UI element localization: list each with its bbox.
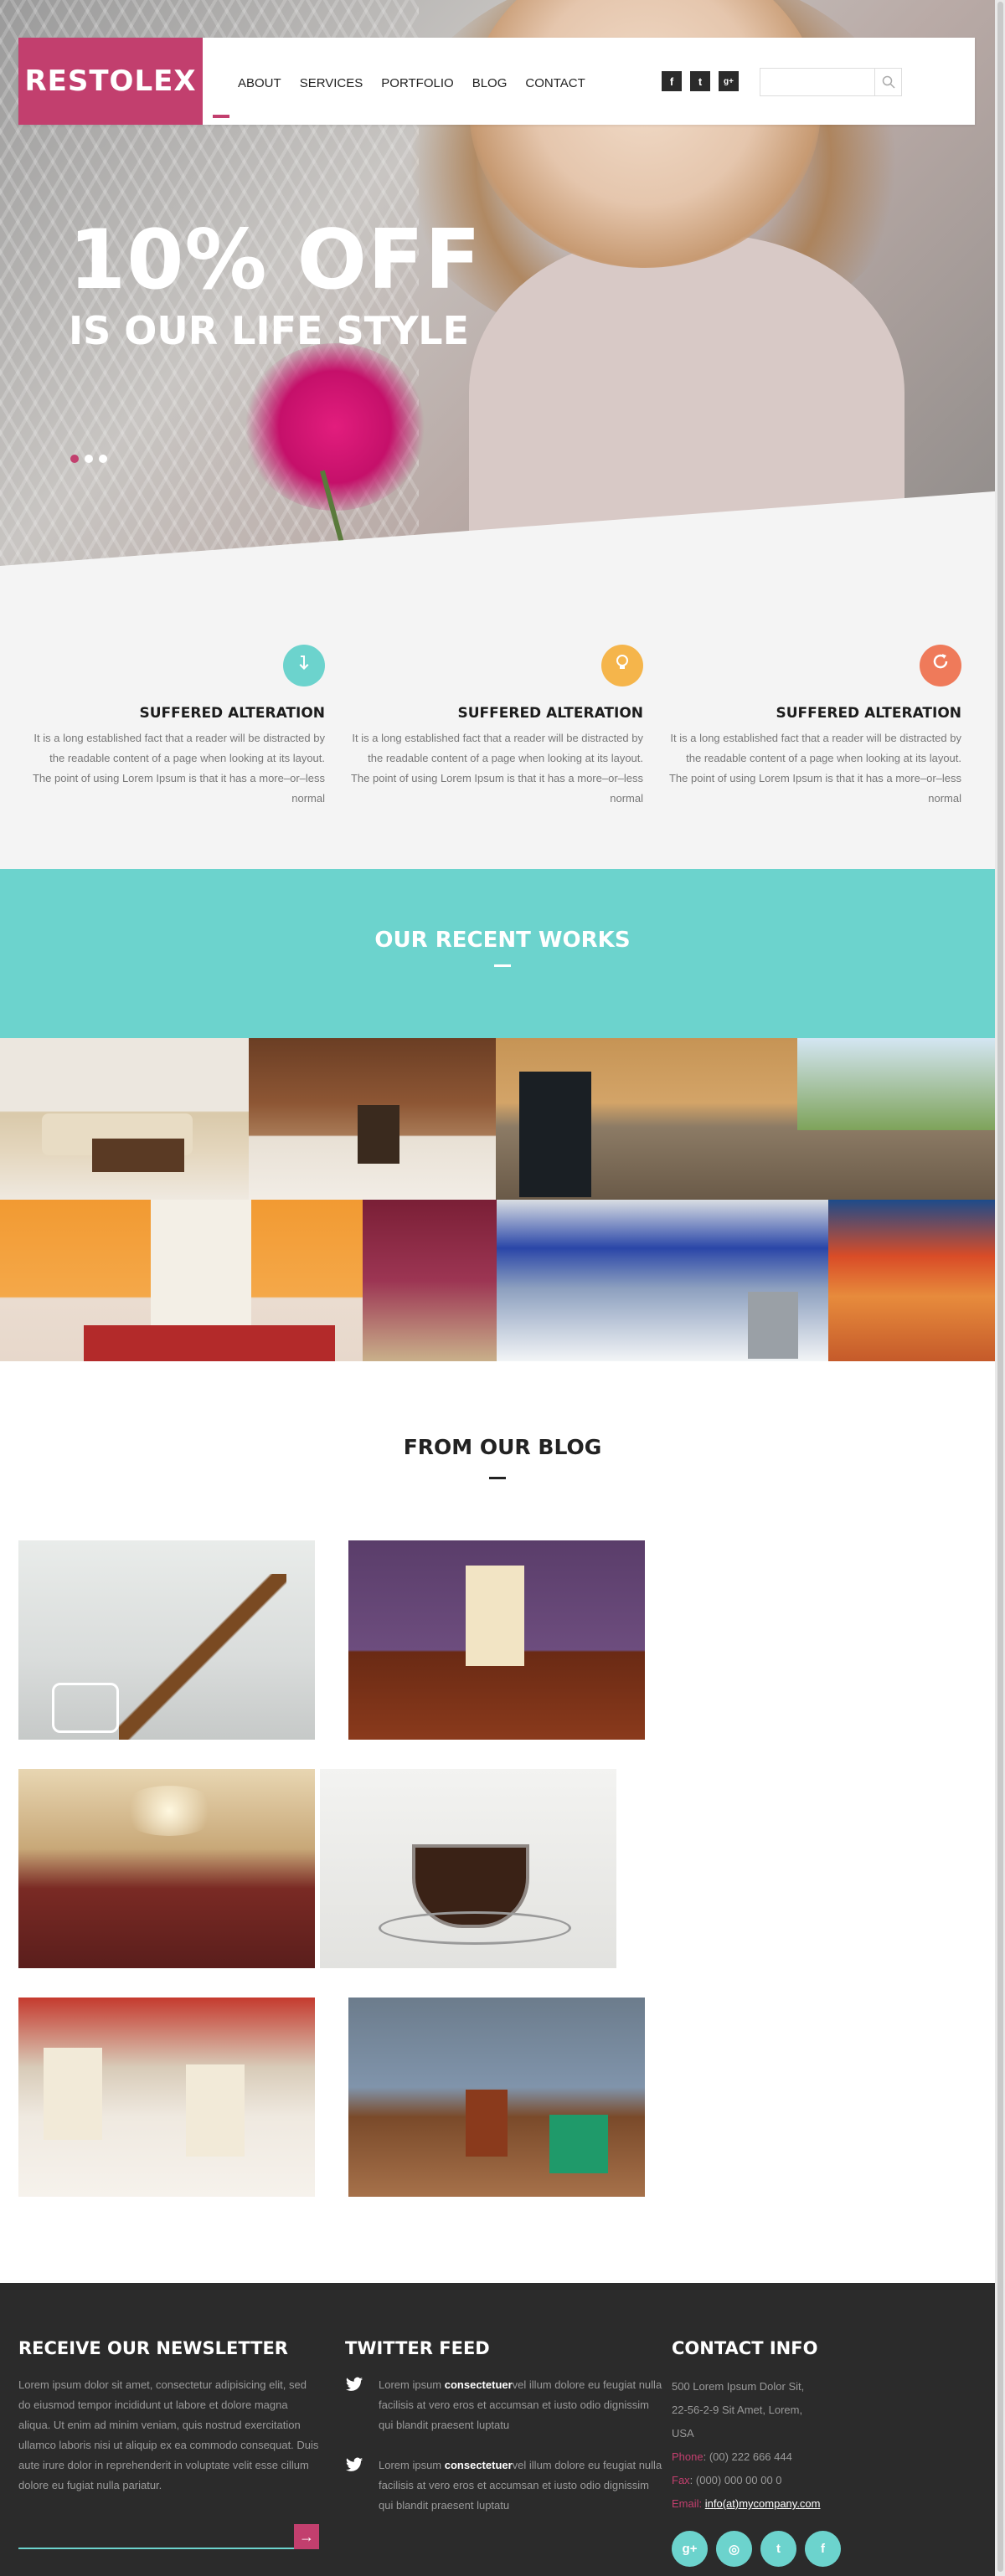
search-box — [760, 68, 902, 96]
tweet-text: Lorem ipsum consectetuervel illum dolore… — [379, 2378, 662, 2431]
search-icon[interactable] — [874, 69, 901, 95]
hero-headline: 10% OFF — [69, 213, 482, 308]
newsletter-title: RECEIVE OUR NEWSLETTER — [18, 2338, 288, 2358]
search-input[interactable] — [760, 69, 874, 95]
work-item-kitchen-wood[interactable] — [249, 1038, 496, 1200]
tweet-text: Lorem ipsum consectetuervel illum dolore… — [379, 2459, 662, 2512]
contact-address-line: 22-56-2-9 Sit Amet, Lorem, — [672, 2404, 803, 2416]
feature-title: SUFFERED ALTERATION — [139, 705, 325, 722]
site-footer: RECEIVE OUR NEWSLETTER Lorem ipsum dolor… — [0, 2283, 1005, 2576]
contact-column: CONTACT INFO 500 Lorem Ipsum Dolor Sit, … — [672, 2338, 973, 2516]
contact-address-line: 500 Lorem Ipsum Dolor Sit, — [672, 2380, 805, 2393]
feature-item: SUFFERED ALTERATION It is a long establi… — [32, 645, 325, 809]
work-item-orange-room[interactable] — [0, 1200, 363, 1361]
google-plus-icon[interactable]: g+ — [719, 71, 739, 91]
blog-post-bedroom[interactable] — [348, 1998, 645, 2197]
contact-fax: Fax: (000) 000 00 00 0 — [672, 2474, 782, 2486]
dribbble-icon[interactable]: ◎ — [716, 2531, 752, 2567]
facebook-icon[interactable]: f — [662, 71, 682, 91]
blog-post-cafe-table[interactable] — [18, 1998, 315, 2197]
work-item-living-room[interactable] — [0, 1038, 249, 1200]
contact-email: Email: info(at)mycompany.com — [672, 2497, 821, 2510]
feature-title: SUFFERED ALTERATION — [457, 705, 643, 722]
contact-address-line: USA — [672, 2427, 694, 2440]
google-plus-icon[interactable]: g+ — [672, 2531, 708, 2567]
site-header: RESTOLEX ABOUT SERVICES PORTFOLIO BLOG C… — [18, 38, 975, 125]
nav-contact[interactable]: CONTACT — [525, 76, 585, 90]
blog-post-staircase[interactable] — [18, 1540, 315, 1740]
footer-social: g+ ◎ t f — [672, 2531, 841, 2567]
newsletter-submit-arrow-icon[interactable]: → — [294, 2524, 319, 2549]
feature-text: It is a long established fact that a rea… — [32, 732, 325, 805]
feature-title: SUFFERED ALTERATION — [776, 705, 961, 722]
twitter-column: TWITTER FEED Lorem ipsum consectetuervel… — [345, 2338, 663, 2536]
newsletter-column: RECEIVE OUR NEWSLETTER Lorem ipsum dolor… — [18, 2338, 320, 2496]
newsletter-email-input[interactable] — [18, 2548, 295, 2549]
nav-portfolio[interactable]: PORTFOLIO — [381, 76, 453, 90]
twitter-bird-icon — [345, 2377, 363, 2391]
nav-active-indicator — [213, 115, 229, 118]
tweet-highlight[interactable]: consectetuer — [445, 2459, 513, 2471]
blog-title: FROM OUR BLOG — [403, 1435, 602, 1459]
hero-caption: 10% OFF IS OUR LIFE STYLE — [69, 219, 482, 354]
tweet-item: Lorem ipsum consectetuervel illum dolore… — [345, 2375, 663, 2435]
work-item-blue-office[interactable] — [497, 1200, 828, 1361]
tweet-highlight[interactable]: consectetuer — [445, 2378, 513, 2391]
recent-works-title: OUR RECENT WORKS — [374, 928, 631, 953]
hero-subheadline: IS OUR LIFE STYLE — [69, 308, 469, 353]
blog-post-baroque-room[interactable] — [348, 1540, 645, 1740]
arrow-down-icon — [283, 645, 325, 686]
lightbulb-icon — [601, 645, 643, 686]
blog-post-synagogue[interactable] — [18, 1769, 315, 1968]
nav-blog[interactable]: BLOG — [472, 76, 508, 90]
header-social: f t g+ — [662, 71, 739, 91]
nav-about[interactable]: ABOUT — [238, 76, 281, 90]
tweet-item: Lorem ipsum consectetuervel illum dolore… — [345, 2455, 663, 2516]
title-divider — [494, 964, 511, 967]
main-nav: ABOUT SERVICES PORTFOLIO BLOG CONTACT — [238, 76, 585, 90]
recent-works-header: OUR RECENT WORKS — [0, 869, 1005, 1038]
slider-dot-3[interactable] — [99, 455, 107, 463]
site-logo[interactable]: RESTOLEX — [18, 38, 203, 125]
feature-item: SUFFERED ALTERATION It is a long establi… — [350, 645, 643, 809]
twitter-icon[interactable]: t — [760, 2531, 796, 2567]
twitter-title: TWITTER FEED — [345, 2338, 490, 2358]
scrollbar-thumb[interactable] — [997, 2, 1003, 2572]
nav-services[interactable]: SERVICES — [300, 76, 363, 90]
work-item-colorful-lobby[interactable] — [828, 1200, 995, 1361]
refresh-icon — [920, 645, 961, 686]
work-item-dining-purple[interactable] — [363, 1200, 497, 1361]
contact-phone: Phone: (00) 222 666 444 — [672, 2450, 792, 2463]
feature-item: SUFFERED ALTERATION It is a long establi… — [668, 645, 961, 809]
slider-dots — [70, 455, 107, 463]
works-gallery — [0, 1038, 1005, 1361]
feature-text: It is a long established fact that a rea… — [668, 732, 961, 805]
hero-image-flower — [243, 343, 427, 511]
twitter-icon[interactable]: t — [690, 71, 710, 91]
contact-email-link[interactable]: info(at)mycompany.com — [705, 2497, 821, 2510]
hero-slider: RESTOLEX ABOUT SERVICES PORTFOLIO BLOG C… — [0, 0, 1005, 586]
facebook-icon[interactable]: f — [805, 2531, 841, 2567]
contact-title: CONTACT INFO — [672, 2338, 818, 2358]
slider-dot-1[interactable] — [70, 455, 79, 463]
blog-title-divider — [489, 1477, 506, 1479]
blog-post-tea-cup[interactable] — [320, 1769, 616, 1968]
features-section: SUFFERED ALTERATION It is a long establi… — [0, 586, 1005, 869]
newsletter-text: Lorem ipsum dolor sit amet, consectetur … — [18, 2378, 319, 2491]
slider-dot-2[interactable] — [85, 455, 93, 463]
work-item-kitchen-modern[interactable] — [496, 1038, 995, 1200]
feature-text: It is a long established fact that a rea… — [350, 732, 643, 805]
twitter-bird-icon — [345, 2457, 363, 2471]
